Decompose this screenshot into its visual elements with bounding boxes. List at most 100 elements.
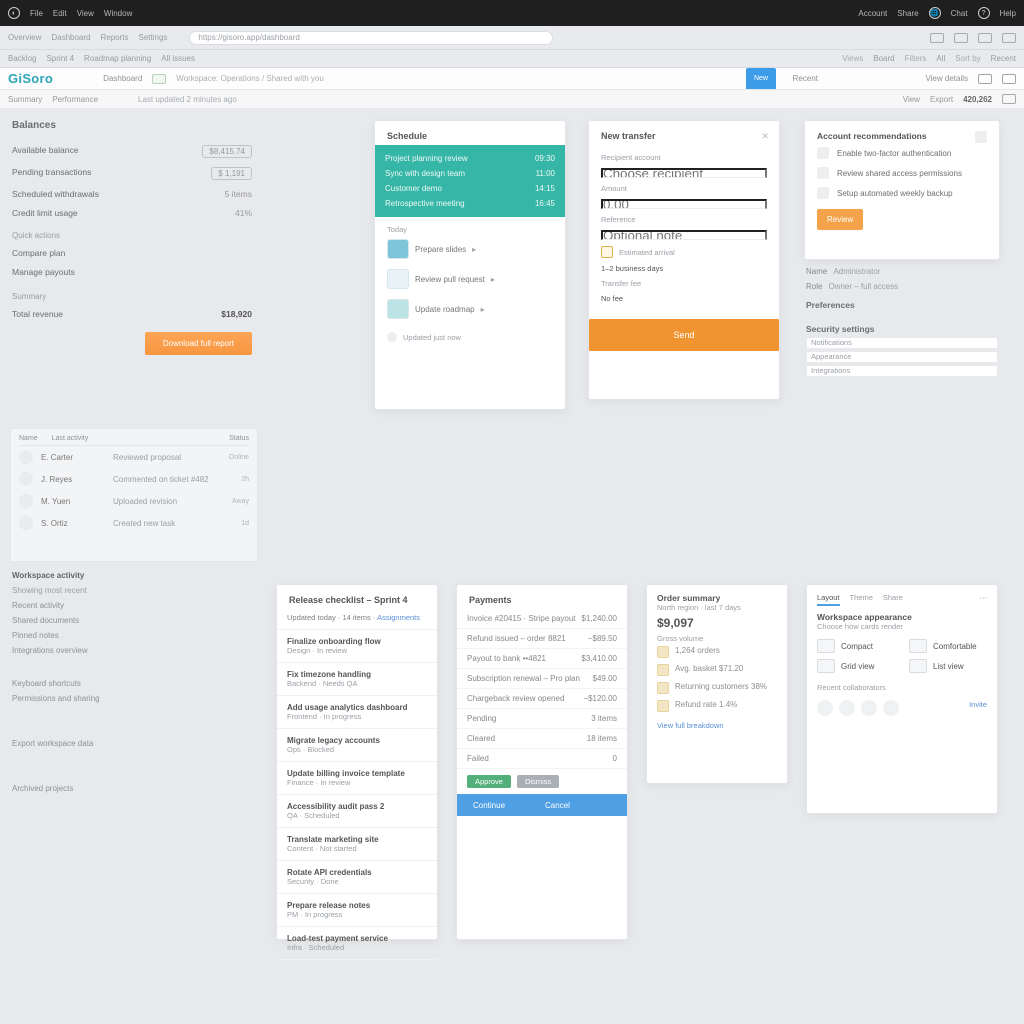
rec-line[interactable]: Setup automated weekly backup	[817, 183, 987, 203]
r5-view[interactable]: View	[903, 95, 920, 104]
cap[interactable]: Archived projects	[12, 781, 252, 796]
checklist-item[interactable]: Fix timezone handlingBackend · Needs QA	[277, 666, 437, 692]
activity-row[interactable]: M. YuenUploaded revisionAway	[19, 490, 249, 512]
menu-view[interactable]: View	[77, 9, 94, 18]
card-menu-icon[interactable]: ⋯	[980, 593, 988, 606]
recipient-input[interactable]	[601, 168, 767, 178]
menu-window[interactable]: Window	[104, 9, 132, 18]
rec-line[interactable]: Enable two-factor authentication	[817, 143, 987, 163]
ext-2-icon[interactable]	[954, 33, 968, 43]
checklist-item[interactable]: Load-test payment serviceInfra · Schedul…	[277, 930, 437, 956]
payment-row[interactable]: Payout to bank ••4821$3,410.00	[457, 649, 627, 669]
reference-input[interactable]	[601, 230, 767, 240]
help-icon[interactable]: ?	[978, 7, 990, 19]
col-h[interactable]: Status	[229, 435, 249, 442]
today-item[interactable]: Update roadmap▸	[387, 294, 553, 324]
brand-sub[interactable]: Dashboard	[103, 74, 142, 83]
checklist-item[interactable]: Prepare release notesPM · In progress	[277, 897, 437, 923]
payment-row[interactable]: Refund issued – order 8821−$89.50	[457, 629, 627, 649]
globe-icon[interactable]: 🌐	[929, 7, 941, 19]
teal-row[interactable]: Customer demo14:15	[385, 181, 555, 196]
teal-row[interactable]: Project planning review09:30	[385, 151, 555, 166]
checklist-item[interactable]: Finalize onboarding flowDesign · In revi…	[277, 633, 437, 659]
pref-box[interactable]: Appearance	[806, 351, 998, 363]
close-icon[interactable]: ✕	[761, 131, 769, 142]
checklist-item[interactable]: Add usage analytics dashboardFrontend · …	[277, 699, 437, 725]
r5-1[interactable]: Performance	[52, 95, 98, 104]
tab-3[interactable]: Settings	[139, 33, 168, 42]
r3-1[interactable]: Sprint 4	[46, 54, 74, 63]
r3-val-1[interactable]: All	[936, 54, 945, 63]
cap[interactable]: Recent activity	[12, 598, 252, 613]
tab-layout[interactable]: Layout	[817, 593, 840, 606]
rec-line[interactable]: Review shared access permissions	[817, 163, 987, 183]
os-share[interactable]: Share	[897, 9, 918, 18]
browser-menu-icon[interactable]	[1002, 33, 1016, 43]
tab-2[interactable]: Reports	[100, 33, 128, 42]
activity-row[interactable]: S. OrtizCreated new task1d	[19, 512, 249, 534]
r3-val-2[interactable]: Recent	[991, 54, 1016, 63]
brand-right[interactable]: View details	[925, 74, 968, 83]
col-h[interactable]: Last activity	[52, 435, 215, 442]
menu-file[interactable]: File	[30, 9, 43, 18]
card-menu-icon[interactable]	[975, 131, 987, 143]
brand-tab-active[interactable]: New	[746, 68, 776, 89]
payment-row[interactable]: Subscription renewal – Pro plan$49.00	[457, 669, 627, 689]
tab-theme[interactable]: Theme	[850, 593, 873, 606]
brand-tab-next[interactable]: Recent	[793, 74, 818, 83]
tab-1[interactable]: Dashboard	[51, 33, 90, 42]
checklist-item[interactable]: Migrate legacy accountsOps · Blocked	[277, 732, 437, 758]
omnibox[interactable]: https://gisoro.app/dashboard	[189, 31, 552, 45]
continue-button[interactable]: Continue	[473, 801, 505, 810]
qa-1[interactable]: Manage payouts	[12, 263, 252, 282]
os-chat[interactable]: Chat	[951, 9, 968, 18]
os-account[interactable]: Account	[858, 9, 887, 18]
ext-1-icon[interactable]	[930, 33, 944, 43]
dismiss-tag[interactable]: Dismiss	[517, 775, 559, 788]
assign-link[interactable]: Assignments	[377, 613, 420, 622]
order-cta[interactable]: View full breakdown	[657, 721, 777, 730]
send-button[interactable]: Send	[589, 319, 779, 351]
amount-input[interactable]	[601, 199, 767, 209]
r5-export[interactable]: Export	[930, 95, 953, 104]
checklist-item[interactable]: Translate marketing siteContent · Not st…	[277, 831, 437, 857]
approve-tag[interactable]: Approve	[467, 775, 511, 788]
tab-share[interactable]: Share	[883, 593, 903, 606]
brand-right-ic1[interactable]	[978, 74, 992, 84]
qa-0[interactable]: Compare plan	[12, 244, 252, 263]
checklist-item[interactable]: Accessibility audit pass 2QA · Scheduled	[277, 798, 437, 824]
layout-opt[interactable]: Compact	[817, 639, 895, 653]
r3-3[interactable]: All issues	[161, 54, 195, 63]
layout-opt[interactable]: Grid view	[817, 659, 895, 673]
col-h[interactable]: Name	[19, 435, 38, 442]
r5-more-icon[interactable]	[1002, 94, 1016, 104]
cap[interactable]: Shared documents	[12, 613, 252, 628]
avatar[interactable]	[817, 700, 833, 716]
kv-1[interactable]: Pending transactions$ 1,191	[12, 163, 252, 185]
checklist-item[interactable]: Update billing invoice templateFinance ·…	[277, 765, 437, 791]
today-item[interactable]: Prepare slides▸	[387, 234, 553, 264]
avatar[interactable]	[883, 700, 899, 716]
kv-0[interactable]: Available balance$8,415.74	[12, 141, 252, 163]
cap[interactable]: Integrations overview	[12, 643, 252, 658]
brand-right-ic2[interactable]	[1002, 74, 1016, 84]
tab-0[interactable]: Overview	[8, 33, 41, 42]
activity-row[interactable]: J. ReyesCommented on ticket #4822h	[19, 468, 249, 490]
pref-box[interactable]: Integrations	[806, 365, 998, 377]
avatar[interactable]	[861, 700, 877, 716]
r5-0[interactable]: Summary	[8, 95, 42, 104]
kv-2[interactable]: Scheduled withdrawals5 items	[12, 185, 252, 204]
review-button[interactable]: Review	[817, 209, 863, 230]
os-help[interactable]: Help	[1000, 9, 1016, 18]
r3-2[interactable]: Roadmap planning	[84, 54, 151, 63]
cancel-button[interactable]: Cancel	[545, 801, 570, 810]
layout-opt[interactable]: Comfortable	[909, 639, 987, 653]
teal-row[interactable]: Sync with design team11:00	[385, 166, 555, 181]
r3-0[interactable]: Backlog	[8, 54, 36, 63]
teal-row[interactable]: Retrospective meeting16:45	[385, 196, 555, 211]
payment-row[interactable]: Chargeback review opened−$120.00	[457, 689, 627, 709]
r3-val-0[interactable]: Board	[873, 54, 894, 63]
menu-edit[interactable]: Edit	[53, 9, 67, 18]
cap[interactable]: Keyboard shortcuts	[12, 676, 252, 691]
avatar[interactable]	[839, 700, 855, 716]
